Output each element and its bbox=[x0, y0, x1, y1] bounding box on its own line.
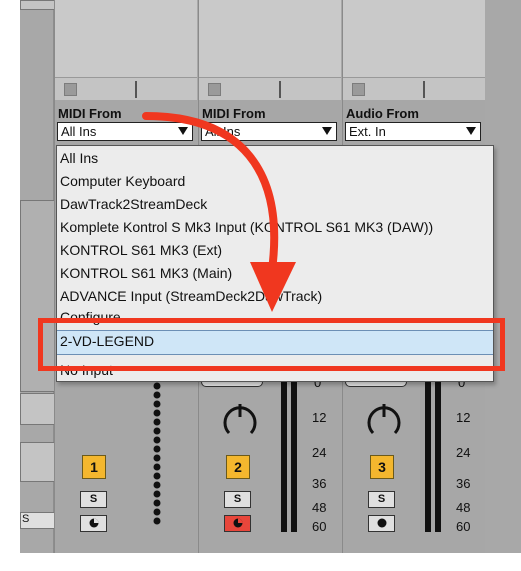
live-session-view: { "colors": { "panel": "#a8a8a8", "track… bbox=[0, 0, 521, 571]
bottom-margin bbox=[0, 553, 521, 571]
arrow-annotation-icon bbox=[142, 112, 296, 312]
